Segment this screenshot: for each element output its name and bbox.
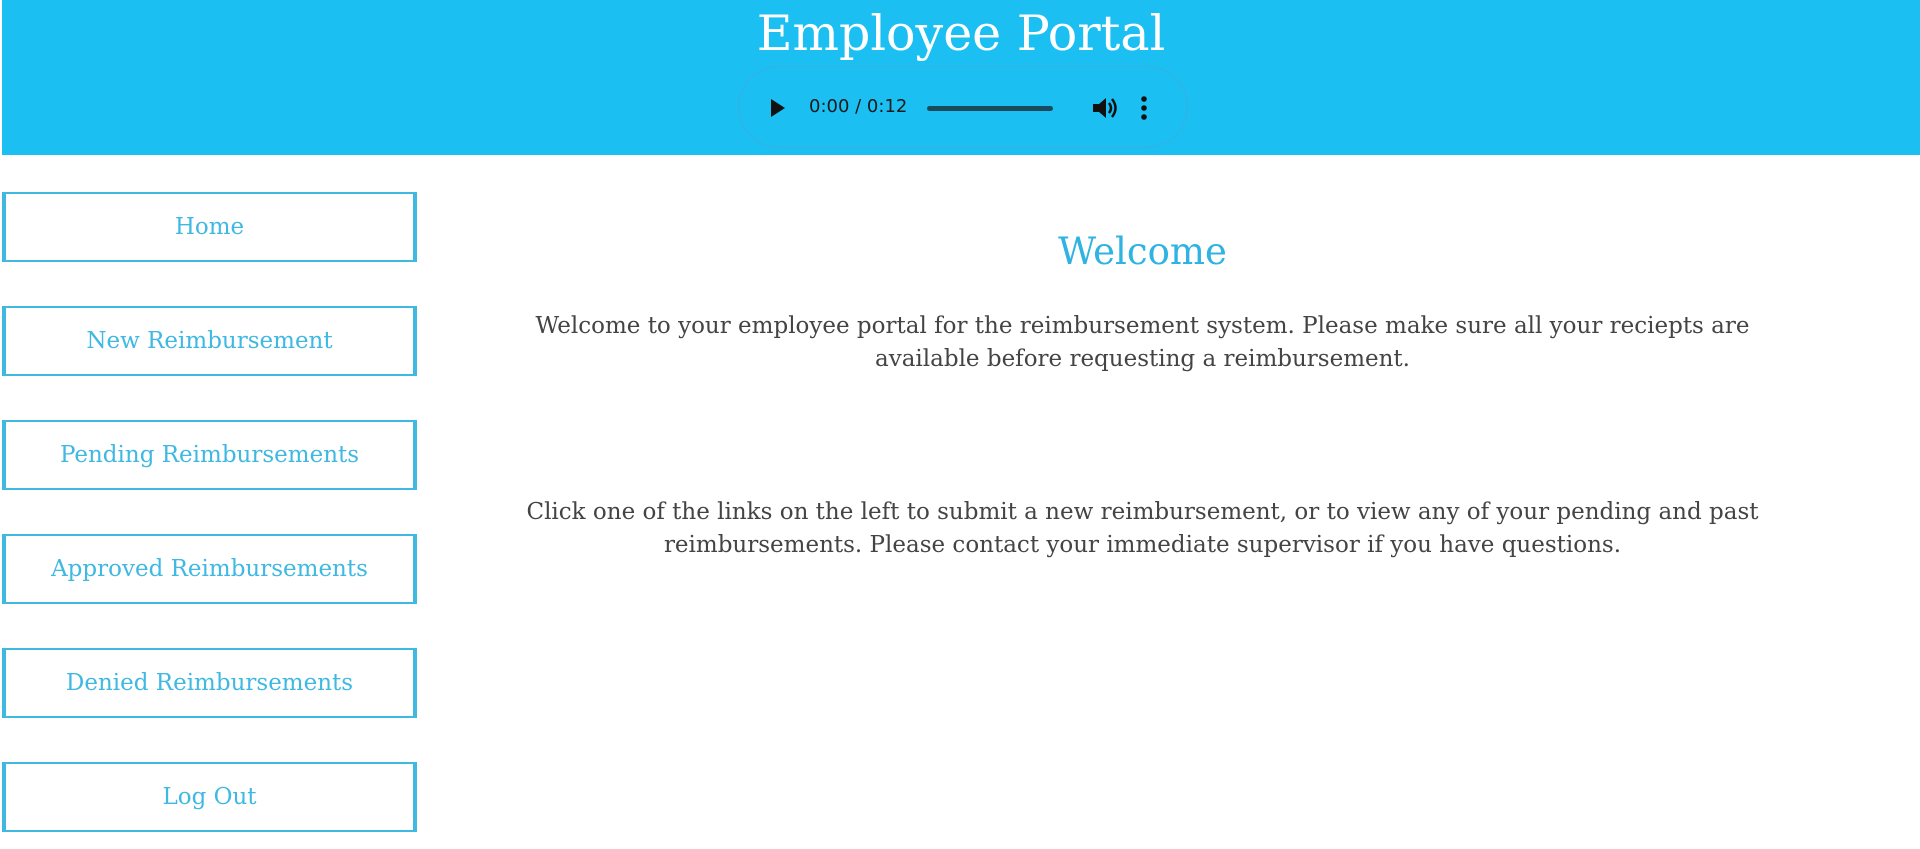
nav-home-button[interactable]: Home: [2, 192, 417, 262]
header-bar: Employee Portal 0:00 / 0:12: [2, 0, 1920, 155]
nav-log-out-button[interactable]: Log Out: [2, 762, 417, 832]
volume-icon[interactable]: [1091, 95, 1119, 121]
welcome-paragraph: Welcome to your employee portal for the …: [535, 313, 1750, 372]
page-title: Employee Portal: [756, 5, 1166, 62]
play-icon[interactable]: [771, 99, 785, 117]
audio-player[interactable]: 0:00 / 0:12: [738, 66, 1188, 148]
more-vert-icon[interactable]: [1139, 94, 1149, 122]
audio-time: 0:00 / 0:12: [809, 96, 908, 117]
nav-pending-reimbursements-button[interactable]: Pending Reimbursements: [2, 420, 417, 490]
audio-seek-bar[interactable]: [927, 106, 1053, 111]
welcome-heading: Welcome: [1058, 230, 1227, 273]
nav-denied-reimbursements-button[interactable]: Denied Reimbursements: [2, 648, 417, 718]
nav-approved-reimbursements-button[interactable]: Approved Reimbursements: [2, 534, 417, 604]
nav-new-reimbursement-button[interactable]: New Reimbursement: [2, 306, 417, 376]
instructions-paragraph: Click one of the links on the left to su…: [526, 499, 1759, 558]
